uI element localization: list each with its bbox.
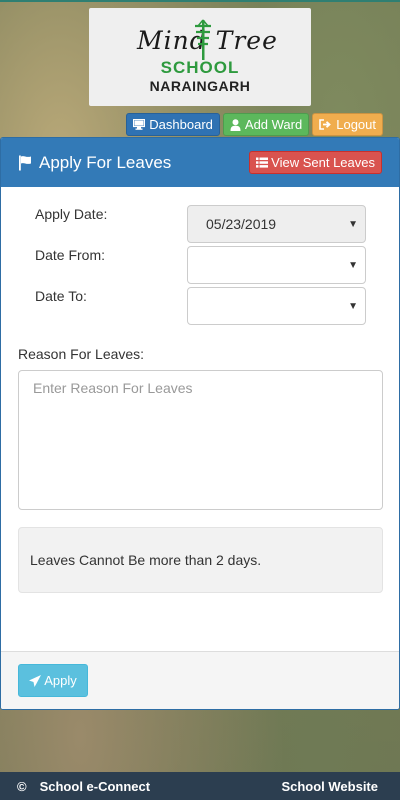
chevron-down-icon: ▼ (348, 219, 358, 230)
leave-limit-note: Leaves Cannot Be more than 2 days. (18, 527, 383, 593)
school-website-link[interactable]: School Website (281, 779, 378, 794)
logo-school-text: SCHOOL (160, 58, 240, 77)
user-icon (230, 118, 241, 131)
panel-title: Apply For Leaves (18, 153, 171, 173)
apply-date-select[interactable]: 05/23/2019 ▼ (187, 205, 366, 243)
leave-form-panel: Apply For Leaves View Sent Leaves Apply … (0, 137, 400, 710)
tree-icon (195, 19, 211, 60)
dashboard-button[interactable]: Dashboard (126, 113, 220, 136)
panel-header: Apply For Leaves View Sent Leaves (1, 138, 399, 187)
site-footer: © School e-Connect School Website (0, 772, 400, 800)
footer-brand-text: School e-Connect (39, 778, 151, 794)
flag-icon (19, 155, 31, 170)
copyright-symbol: © (17, 778, 27, 794)
logout-button[interactable]: Logout (312, 113, 383, 136)
panel-title-text: Apply For Leaves (39, 152, 172, 172)
logout-label: Logout (336, 117, 376, 132)
apply-button[interactable]: Apply (18, 664, 88, 697)
chevron-down-icon: ▼ (348, 301, 358, 312)
reason-label: Reason For Leaves: (18, 346, 145, 362)
list-icon (256, 157, 269, 168)
logo-city-text: NARAINGARH (149, 78, 251, 94)
chevron-down-icon: ▼ (348, 260, 358, 271)
apply-label: Apply (44, 673, 77, 688)
desktop-icon (133, 119, 146, 130)
panel-footer: Apply (1, 651, 399, 709)
send-icon (29, 674, 42, 687)
reason-textarea[interactable] (18, 370, 383, 510)
top-accent-strip (0, 0, 400, 2)
add-ward-button[interactable]: Add Ward (222, 113, 310, 136)
top-nav: Dashboard Add Ward Logout (126, 113, 383, 136)
add-ward-label: Add Ward (244, 117, 303, 132)
apply-date-label: Apply Date: (35, 206, 108, 222)
date-from-label: Date From: (35, 247, 106, 263)
view-sent-leaves-button[interactable]: View Sent Leaves (249, 151, 382, 174)
date-from-select[interactable]: ▼ (187, 246, 366, 284)
view-sent-leaves-label: View Sent Leaves (271, 155, 375, 170)
date-to-label: Date To: (35, 288, 87, 304)
apply-date-value: 05/23/2019 (206, 216, 277, 232)
footer-brand: © School e-Connect (17, 779, 150, 794)
dashboard-label: Dashboard (149, 117, 213, 132)
school-logo: Mind Tree SCHOOL NARAINGARH (89, 8, 311, 106)
sign-out-icon (319, 119, 332, 130)
date-to-select[interactable]: ▼ (187, 287, 366, 325)
